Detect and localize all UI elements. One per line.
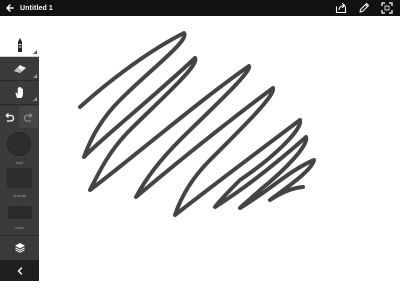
- undo-icon: [5, 112, 15, 122]
- top-actions: [334, 0, 394, 16]
- collapse-sidebar-button[interactable]: [0, 260, 39, 281]
- back-button[interactable]: [2, 0, 18, 16]
- pen-options-indicator: [33, 50, 37, 54]
- eraser-tool[interactable]: [0, 58, 39, 80]
- pen-tool[interactable]: [0, 34, 39, 57]
- share-icon: [335, 2, 347, 14]
- size-label: size: [15, 160, 24, 165]
- fullscreen-button[interactable]: [380, 1, 394, 15]
- hand-tool[interactable]: [0, 81, 39, 103]
- fullscreen-icon: [381, 2, 393, 14]
- color-swatch[interactable]: [8, 206, 32, 219]
- chevron-left-icon: [17, 266, 22, 275]
- hand-options-indicator: [33, 97, 37, 101]
- eraser-icon: [13, 65, 26, 73]
- undo-redo-group: [0, 106, 39, 128]
- pen-icon: [17, 38, 22, 52]
- layers-icon: [14, 243, 25, 253]
- redo-icon: [23, 112, 33, 122]
- pencil-icon: [359, 3, 369, 13]
- hand-icon: [14, 86, 23, 98]
- scribble-stroke: [78, 31, 316, 217]
- share-button[interactable]: [334, 1, 348, 15]
- edit-button[interactable]: [357, 1, 371, 15]
- undo-button[interactable]: [0, 106, 19, 128]
- opacity-control[interactable]: [7, 168, 32, 188]
- redo-button[interactable]: [19, 106, 38, 128]
- color-label: color: [15, 225, 24, 230]
- top-bar: Untitled 1: [0, 0, 400, 16]
- tool-sidebar: size opacity color: [0, 34, 39, 281]
- opacity-label: opacity: [13, 193, 26, 198]
- divider: [0, 104, 39, 105]
- document-title: Untitled 1: [20, 4, 53, 12]
- drawing-canvas[interactable]: [39, 16, 400, 300]
- eraser-options-indicator: [33, 74, 37, 78]
- layers-button[interactable]: [0, 236, 39, 259]
- arrow-left-icon: [6, 4, 14, 12]
- brush-size-control[interactable]: [7, 132, 31, 156]
